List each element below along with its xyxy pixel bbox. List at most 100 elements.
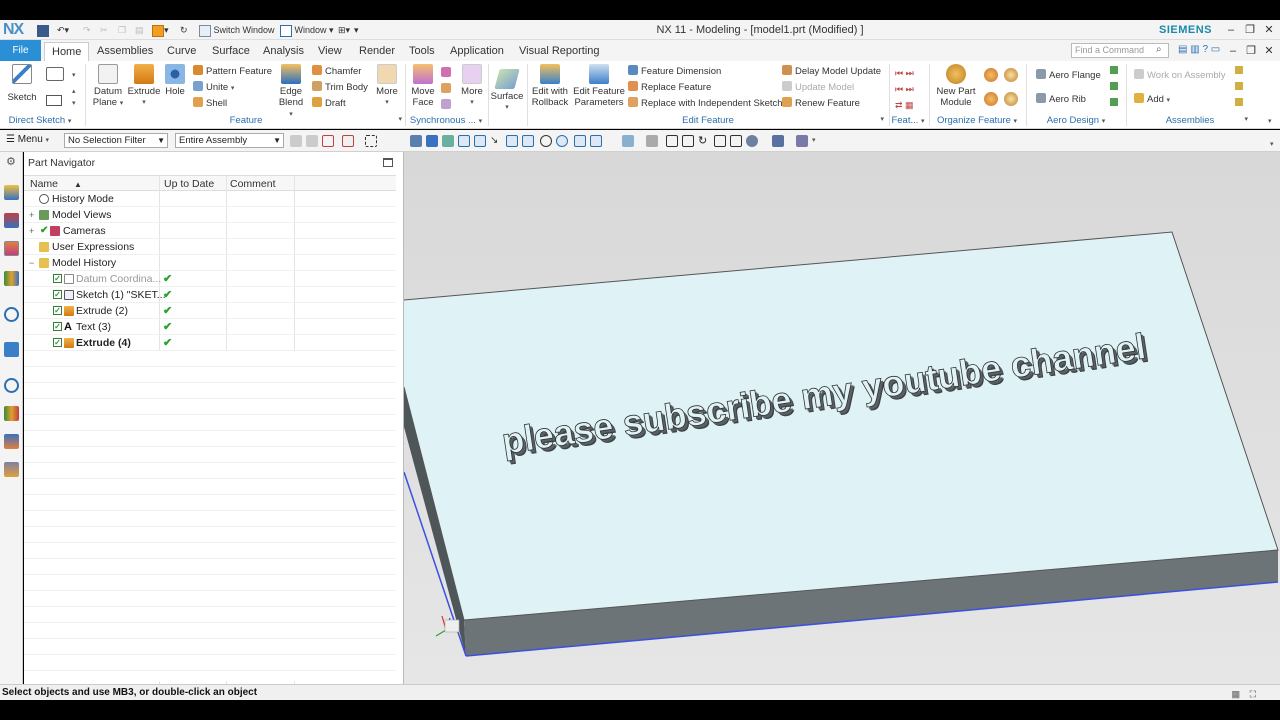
doc-restore-button[interactable]: ❐ bbox=[1244, 44, 1258, 58]
hole-button[interactable]: Hole bbox=[162, 64, 188, 97]
touch-mode-icon[interactable]: ↻ bbox=[180, 23, 188, 37]
datum-plane-button[interactable]: Datum Plane ▾ bbox=[90, 64, 126, 109]
shell-button[interactable]: Shell bbox=[193, 97, 227, 110]
selection-mode-icon[interactable] bbox=[342, 135, 354, 147]
module-icon[interactable] bbox=[1004, 68, 1018, 82]
find-command-input[interactable]: Find a Command bbox=[1071, 43, 1169, 58]
doc-close-button[interactable]: ✕ bbox=[1262, 44, 1276, 58]
tab-assemblies[interactable]: Assemblies bbox=[90, 42, 160, 61]
feature-dimension-button[interactable]: Feature Dimension bbox=[628, 65, 721, 78]
feature-more-button[interactable]: More ▾ bbox=[373, 64, 401, 108]
tree-row-extrude-2[interactable]: ✓ Extrude (2) ✔ bbox=[24, 303, 396, 319]
visibility-checkbox[interactable]: ✓ bbox=[53, 338, 62, 347]
zoom-icon[interactable] bbox=[682, 135, 694, 147]
tree-row-model-views[interactable]: + Model Views bbox=[24, 207, 396, 223]
ribbon-options-icon[interactable]: ▤ ▥ ? ▭ bbox=[1178, 44, 1220, 55]
system-materials-icon[interactable] bbox=[4, 406, 19, 421]
customize-quick-access-icon[interactable]: ▾ bbox=[354, 23, 359, 37]
assembly-tool-icon[interactable] bbox=[1235, 98, 1243, 106]
solid-view-icon[interactable] bbox=[410, 135, 422, 147]
wave-icon[interactable] bbox=[506, 135, 518, 147]
column-header-comment[interactable]: Comment bbox=[230, 178, 276, 190]
aero-tool-icon[interactable] bbox=[1110, 82, 1118, 90]
tab-file[interactable]: File bbox=[0, 40, 41, 61]
assembly-tool-icon[interactable] bbox=[1235, 66, 1243, 74]
roles-icon[interactable] bbox=[4, 462, 19, 477]
restore-button[interactable]: ❐ bbox=[1243, 23, 1257, 37]
tree-row-datum-coordinate-system[interactable]: ✓ Datum Coordina... ✔ bbox=[24, 271, 396, 287]
pan-icon[interactable] bbox=[714, 135, 726, 147]
doc-minimize-button[interactable]: – bbox=[1226, 44, 1240, 58]
snap-icon[interactable] bbox=[646, 135, 658, 147]
surface-button[interactable]: Surface ▾ bbox=[490, 69, 524, 113]
line-snap-icon[interactable] bbox=[606, 135, 618, 147]
replace-independent-sketch-button[interactable]: Replace with Independent Sketch bbox=[628, 97, 783, 110]
edit-with-rollback-button[interactable]: Edit with Rollback bbox=[530, 64, 570, 108]
aero-rib-button[interactable]: Aero Rib bbox=[1036, 93, 1086, 106]
rectangle-icon[interactable] bbox=[46, 95, 62, 106]
sketch-more-chevron-icon[interactable]: ▴ bbox=[72, 87, 76, 95]
sketch-more-chevron-icon[interactable]: ▾ bbox=[72, 99, 76, 107]
minimize-button[interactable]: – bbox=[1224, 23, 1238, 37]
unite-button[interactable]: Unite ▾ bbox=[193, 81, 234, 95]
status-grid-icon[interactable]: ▦ bbox=[1231, 687, 1240, 702]
search-icon[interactable]: ⌕ bbox=[1156, 44, 1162, 55]
tree-row-history-mode[interactable]: History Mode bbox=[24, 191, 396, 207]
part-navigator-icon[interactable] bbox=[4, 241, 19, 256]
maximize-icon[interactable] bbox=[383, 158, 393, 167]
sketch-more-chevron-icon[interactable]: ▾ bbox=[72, 71, 76, 79]
ribbon-collapse-chevron-icon[interactable]: ▾ bbox=[1268, 117, 1272, 125]
snap-icon[interactable] bbox=[442, 135, 454, 147]
curve-icon[interactable]: ↘ bbox=[490, 135, 502, 147]
process-studio-icon[interactable] bbox=[4, 434, 19, 449]
point-snap-icon[interactable] bbox=[574, 135, 586, 147]
edge-blend-button[interactable]: Edge Blend ▾ bbox=[276, 64, 306, 120]
snap-icon[interactable] bbox=[474, 135, 486, 147]
fit-icon[interactable] bbox=[666, 135, 678, 147]
snap-icon[interactable] bbox=[622, 135, 634, 147]
paste-icon[interactable]: ▤ bbox=[135, 23, 144, 37]
feature-playback-icons[interactable]: ⏮ ⏭ ⏮ ⏭ ⇄ ▦ bbox=[895, 65, 914, 113]
module-icon[interactable] bbox=[984, 68, 998, 82]
copy-icon[interactable]: ❐ bbox=[118, 23, 126, 37]
profile-icon[interactable] bbox=[46, 67, 64, 81]
snap-line-icon[interactable] bbox=[458, 135, 470, 147]
tree-row-model-history[interactable]: − Model History bbox=[24, 255, 396, 271]
aero-tool-icon[interactable] bbox=[1110, 66, 1118, 74]
assembly-tool-icon[interactable] bbox=[1235, 82, 1243, 90]
shaded-icon[interactable] bbox=[426, 135, 438, 147]
replace-feature-button[interactable]: Replace Feature bbox=[628, 81, 711, 94]
synchronous-more-button[interactable]: More ▾ bbox=[458, 64, 486, 108]
tree-row-user-expressions[interactable]: User Expressions bbox=[24, 239, 396, 255]
replace-face-icon[interactable] bbox=[441, 83, 451, 93]
tab-analysis[interactable]: Analysis bbox=[256, 42, 311, 61]
tree-row-extrude-4[interactable]: ✓ Extrude (4) ✔ bbox=[24, 335, 396, 351]
column-header-up-to-date[interactable]: Up to Date bbox=[164, 178, 214, 190]
chamfer-button[interactable]: Chamfer bbox=[312, 65, 361, 78]
new-part-module-button[interactable]: New Part Module bbox=[932, 64, 980, 108]
close-button[interactable]: ✕ bbox=[1262, 23, 1276, 37]
history-icon[interactable] bbox=[4, 378, 19, 393]
tree-row-text-3[interactable]: ✓ A Text (3) ✔ bbox=[24, 319, 396, 335]
add-component-button[interactable]: Add ▾ bbox=[1134, 93, 1170, 107]
center-snap-icon[interactable] bbox=[556, 135, 568, 147]
visibility-checkbox[interactable]: ✓ bbox=[53, 322, 62, 331]
visibility-checkbox[interactable]: ✓ bbox=[53, 274, 62, 283]
reuse-library-icon[interactable] bbox=[4, 271, 19, 286]
circle-snap-icon[interactable] bbox=[540, 135, 552, 147]
render-style-icon[interactable] bbox=[746, 135, 758, 147]
module-icon[interactable] bbox=[1004, 92, 1018, 106]
delete-face-icon[interactable] bbox=[441, 67, 451, 77]
visibility-checkbox[interactable]: ✓ bbox=[53, 306, 62, 315]
column-header-name[interactable]: Name ▲ bbox=[30, 178, 82, 190]
tab-home[interactable]: Home bbox=[44, 42, 90, 61]
offset-region-icon[interactable] bbox=[441, 99, 451, 109]
grid-snap-icon[interactable] bbox=[590, 135, 602, 147]
menu-button[interactable]: ☰ Menu ▾ bbox=[6, 134, 49, 145]
renew-feature-button[interactable]: Renew Feature bbox=[782, 97, 860, 110]
sketch-button[interactable]: Sketch bbox=[5, 64, 39, 103]
cut-icon[interactable]: ✂ bbox=[100, 23, 108, 37]
delay-model-update-button[interactable]: Delay Model Update bbox=[782, 65, 881, 78]
aero-tool-icon[interactable] bbox=[1110, 98, 1118, 106]
hd3d-tools-icon[interactable] bbox=[4, 307, 19, 322]
